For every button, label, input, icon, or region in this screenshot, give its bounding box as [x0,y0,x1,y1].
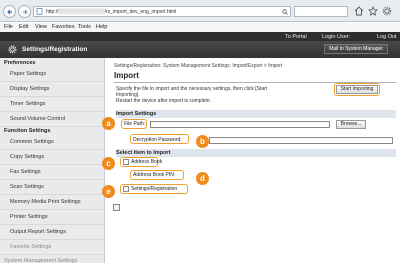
sidebar-item-system-management[interactable]: System Management Settings [0,254,105,269]
file-path-input[interactable] [150,121,330,128]
sidebar-item-favorite-settings[interactable]: Favorite Settings [0,240,105,255]
mail-to-system-manager-button[interactable]: Mail to System Manager [324,44,388,54]
address-bar[interactable]: http://▒▒▒▒▒▒▒▒▒▒▒▒▒/rs_import_dev_eng_i… [33,6,291,17]
sidebar-item-timer-settings[interactable]: Timer Settings [0,97,105,112]
sidebar-item-paper-settings[interactable]: Paper Settings [0,67,105,82]
browser-toolbar: http://▒▒▒▒▒▒▒▒▒▒▒▒▒/rs_import_dev_eng_i… [0,0,400,22]
url-path: /rs_import_dev_eng_import.html [104,8,177,15]
menu-view[interactable]: View [35,24,47,30]
menu-bar: File Edit View Favorites Tools Help [0,23,400,32]
logout-link[interactable]: Log Out [377,34,397,40]
page-top-icon[interactable] [113,204,120,211]
menu-favorites[interactable]: Favorites [52,24,75,30]
settings-registration-label: Settings/Registration [131,186,178,192]
sidebar: Preferences Paper Settings Display Setti… [0,58,105,264]
main-panel: Settings/Registration: System Management… [106,58,400,263]
app-header: To Portal Login User: Log Out Settings/R… [0,32,400,58]
gear-icon[interactable] [382,6,392,16]
decryption-password-highlight [130,134,189,144]
sidebar-item-display-settings[interactable]: Display Settings [0,82,105,97]
page-title: Settings/Registration [22,46,88,53]
instructions-line-3: Restart the device after import is compl… [116,98,212,104]
sidebar-item-memory-media-print-settings[interactable]: Memory Media Print Settings [0,195,105,210]
address-book-pin-label: Address Book PIN: [133,172,176,178]
breadcrumb: Settings/Registration: System Management… [114,63,283,69]
menu-help[interactable]: Help [96,24,107,30]
search-icon[interactable] [282,8,288,15]
select-items-title: Select Item to Import [116,150,171,156]
start-importing-button[interactable]: Start Importing [336,85,378,94]
settings-registration-checkbox[interactable] [123,186,129,192]
import-settings-bar [116,110,396,118]
menu-file[interactable]: File [4,24,13,30]
file-path-highlight [121,119,147,129]
home-icon[interactable] [354,6,364,16]
url-prefix: http:// [46,8,59,15]
page-icon [36,8,43,15]
url-host-masked: ▒▒▒▒▒▒▒▒▒▒▒▒▒ [58,8,105,15]
sidebar-item-sound-volume-control[interactable]: Sound Volume Control [0,112,105,127]
sidebar-item-copy-settings[interactable]: Copy Settings [0,150,105,165]
header-titlebar: Settings/Registration Mail to System Man… [0,41,400,58]
forward-button[interactable] [18,5,31,18]
back-arrow-icon [7,9,12,15]
login-user-label: Login User: [322,33,351,40]
header-topbar: To Portal Login User: Log Out [0,32,400,41]
callout-e: e [102,185,115,198]
address-book-label: Address Book [131,159,163,165]
sidebar-item-fax-settings[interactable]: Fax Settings [0,165,105,180]
sidebar-item-scan-settings[interactable]: Scan Settings [0,180,105,195]
sidebar-item-printer-settings[interactable]: Printer Settings [0,210,105,225]
decryption-password-input[interactable] [209,137,393,144]
star-icon[interactable] [368,6,378,16]
instructions: Specify the file to import and the neces… [116,86,316,104]
callout-c: c [102,157,115,170]
import-settings-title: Import Settings [116,111,157,117]
callout-d: d [196,172,209,185]
browser-tab[interactable] [294,6,348,17]
callout-a: a [102,117,115,130]
forward-arrow-icon [23,9,28,15]
callout-b: b [196,135,209,148]
settings-gear-icon [8,45,17,54]
back-button[interactable] [3,5,16,18]
menu-edit[interactable]: Edit [19,24,28,30]
menu-tools[interactable]: Tools [78,24,91,30]
sidebar-item-output-report-settings[interactable]: Output Report Settings [0,225,105,240]
section-title: Import [114,71,139,80]
sidebar-item-common-settings[interactable]: Common Settings [0,135,105,150]
to-portal-link[interactable]: To Portal [285,34,307,40]
address-book-checkbox[interactable] [123,159,129,165]
browse-button[interactable]: Browse... [336,120,366,129]
